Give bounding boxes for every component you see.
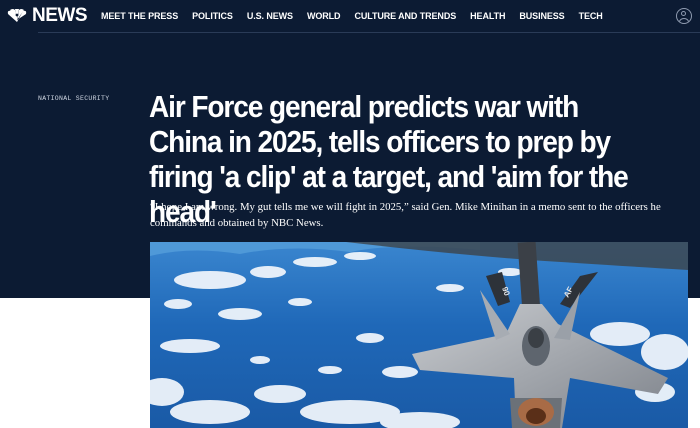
logo-text: NEWS [32, 5, 88, 26]
nav-links: MEET THE PRESS POLITICS U.S. NEWS WORLD … [101, 0, 617, 32]
top-navigation-bar: NEWS MEET THE PRESS POLITICS U.S. NEWS W… [0, 0, 700, 32]
article-dek: “I hope I am wrong. My gut tells me we w… [150, 201, 661, 229]
nav-item-culture-and-trends[interactable]: CULTURE AND TRENDS [354, 11, 456, 21]
nav-item-us-news[interactable]: U.S. NEWS [247, 11, 293, 21]
nav-item-business[interactable]: BUSINESS [519, 11, 564, 21]
nav-item-health[interactable]: HEALTH [470, 11, 505, 21]
nav-divider [38, 32, 700, 33]
nbc-news-logo[interactable]: NEWS [6, 5, 88, 26]
user-account-icon[interactable] [676, 8, 692, 24]
nav-item-tech[interactable]: TECH [579, 11, 603, 21]
nav-item-politics[interactable]: POLITICS [192, 11, 233, 21]
peacock-icon [7, 9, 27, 22]
hero-image: 90 AF [150, 242, 688, 428]
section-label[interactable]: NATIONAL SECURITY [38, 95, 109, 102]
nav-item-world[interactable]: WORLD [307, 11, 341, 21]
nav-item-meet-the-press[interactable]: MEET THE PRESS [101, 11, 178, 21]
